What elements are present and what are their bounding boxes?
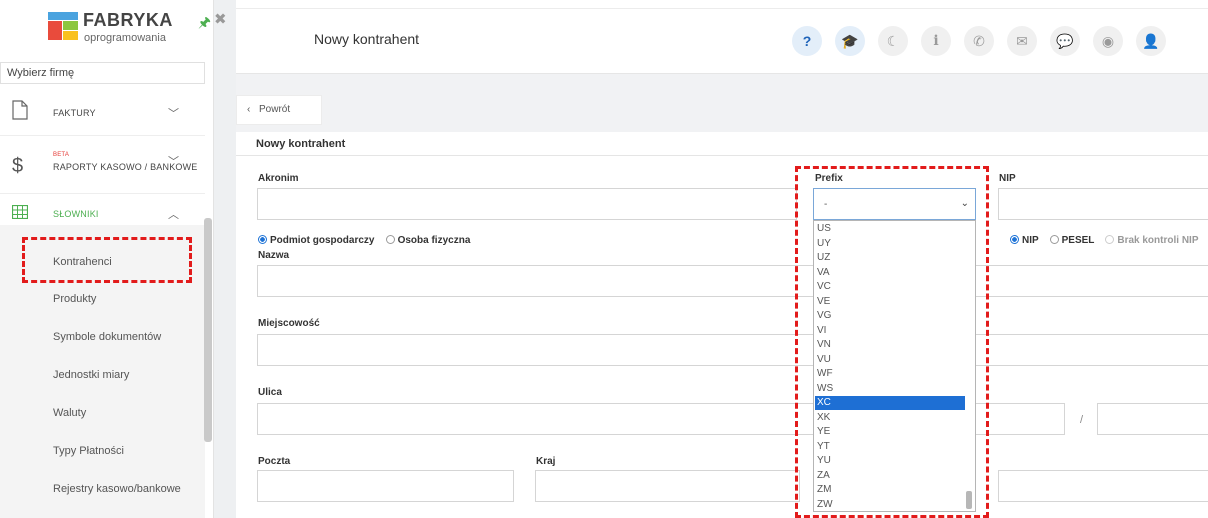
question-icon[interactable]: ? [792, 26, 822, 56]
sidebar-item-faktury[interactable]: FAKTURY ﹀ [0, 90, 205, 136]
logo-title: FABRYKA [83, 10, 173, 30]
sidebar-item-typy-platnosci[interactable]: Typy Płatności [0, 432, 205, 470]
back-label: Powrót [259, 104, 291, 115]
highlight-prefix [795, 166, 989, 518]
entity-type-radios: Podmiot gospodarczy Osoba fizyczna [258, 235, 470, 246]
highlight-kontrahenci [22, 237, 192, 283]
chat-icon[interactable]: 💬 [1050, 26, 1080, 56]
radio-osoba[interactable]: Osoba fizyczna [385, 235, 470, 246]
sidebar-gutter [214, 0, 236, 518]
kraj-label: Kraj [536, 456, 556, 467]
document-icon [12, 100, 28, 120]
radio-unchecked-icon [385, 235, 395, 244]
sidebar-item-produkty[interactable]: Produkty [0, 280, 205, 318]
radio-unchecked-icon [1105, 235, 1115, 244]
id-type-radios: NIP PESEL Brak kontroli NIP [1010, 235, 1199, 246]
graduation-cap-icon[interactable]: 🎓 [835, 26, 865, 56]
table-icon [12, 205, 28, 219]
poczta-label: Poczta [258, 456, 291, 467]
radio-podmiot[interactable]: Podmiot gospodarczy [258, 235, 374, 246]
radio-checked-icon [1010, 235, 1019, 244]
back-button[interactable]: ‹ Powrót [236, 95, 322, 125]
envelope-icon[interactable]: ✉ [1007, 26, 1037, 56]
nip-input[interactable] [998, 188, 1208, 220]
logo-subtitle: oprogramowania [84, 32, 166, 44]
radio-brak-kontroli[interactable]: Brak kontroli NIP [1105, 235, 1199, 246]
sidebar-item-symbole[interactable]: Symbole dokumentów [0, 318, 205, 356]
kraj-select[interactable] [535, 470, 800, 502]
nip-label: NIP [999, 173, 1016, 184]
extra-input[interactable] [998, 470, 1208, 502]
chevron-down-icon: ﹀ [168, 156, 179, 168]
radio-nip[interactable]: NIP [1010, 235, 1039, 246]
phone-icon[interactable]: ✆ [964, 26, 994, 56]
nazwa-input[interactable] [257, 265, 1208, 297]
panel-title: Nowy kontrahent [236, 132, 1208, 156]
chevron-left-icon: ‹ [247, 104, 251, 115]
poczta-input[interactable] [257, 470, 514, 502]
miejscowosc-input[interactable] [257, 334, 1208, 366]
moon-icon[interactable]: ☾ [878, 26, 908, 56]
sidebar-item-rejestry[interactable]: Rejestry kasowo/bankowe [0, 470, 205, 508]
ulica-label: Ulica [258, 387, 282, 398]
logo-mark-icon [48, 12, 78, 40]
close-icon[interactable]: ✖ [214, 10, 227, 28]
nazwa-label: Nazwa [258, 250, 290, 261]
sidebar-item-waluty[interactable]: Waluty [0, 394, 205, 432]
beta-badge: BETA [53, 152, 70, 158]
sidebar-item-raporty[interactable]: $ BETA RAPORTY KASOWO / BANKOWE ﹀ [0, 137, 205, 194]
pin-icon[interactable]: 🖈 [198, 12, 211, 36]
chevron-down-icon: ﹀ [168, 108, 179, 120]
sidebar-item-label: SŁOWNIKI [53, 209, 99, 219]
page-title: Nowy kontrahent [314, 31, 420, 47]
user-icon[interactable]: 👤 [1136, 26, 1166, 56]
dollar-icon: $ [12, 155, 24, 177]
sidebar-scrollbar[interactable] [204, 218, 212, 442]
radio-unchecked-icon [1049, 235, 1059, 244]
akronim-label: Akronim [258, 173, 299, 184]
logo[interactable]: FABRYKA oprogramowania 🖈 ✖ [48, 10, 227, 52]
header: Nowy kontrahent ? 🎓 ☾ i ✆ ✉ 💬 ◉ 👤 [236, 8, 1208, 74]
house-number-input[interactable] [1097, 403, 1208, 435]
chevron-up-icon: ︿ [168, 209, 179, 221]
radio-pesel[interactable]: PESEL [1049, 235, 1094, 246]
firm-select[interactable]: Wybierz firmę [0, 62, 205, 84]
akronim-input[interactable] [257, 188, 797, 220]
sidebar-item-jednostki[interactable]: Jednostki miary [0, 356, 205, 394]
sidebar-item-label: FAKTURY [53, 108, 96, 118]
miejscowosc-label: Miejscowość [258, 318, 320, 329]
radio-checked-icon [258, 235, 267, 244]
globe-icon[interactable]: ◉ [1093, 26, 1123, 56]
info-icon[interactable]: i [921, 26, 951, 56]
street-separator: / [1080, 414, 1084, 426]
